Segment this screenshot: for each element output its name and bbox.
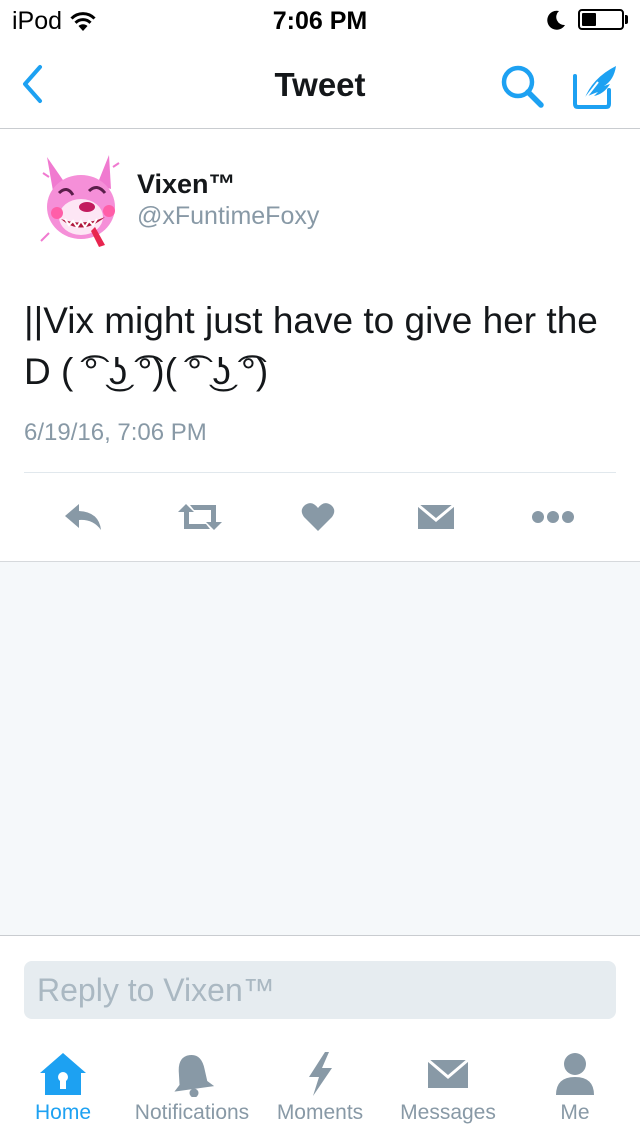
home-icon	[40, 1053, 86, 1095]
battery-level-fill	[582, 13, 596, 26]
divider	[24, 472, 616, 473]
retweet-icon	[178, 504, 222, 530]
more-button[interactable]	[523, 491, 583, 543]
do-not-disturb-moon-icon	[545, 9, 567, 36]
more-icon	[532, 511, 574, 523]
author-name[interactable]: Vixen™	[137, 169, 236, 200]
direct-message-button[interactable]	[406, 491, 466, 543]
avatar[interactable]	[39, 153, 121, 249]
lightning-icon	[309, 1052, 332, 1096]
reply-bar	[0, 935, 640, 1031]
reply-input[interactable]	[24, 961, 616, 1019]
reply-button[interactable]	[53, 491, 113, 543]
tab-notifications[interactable]: Notifications	[130, 1031, 254, 1136]
author-handle[interactable]: @xFuntimeFoxy	[137, 202, 319, 231]
status-time: 7:06 PM	[272, 7, 368, 35]
like-icon	[301, 503, 335, 531]
person-icon	[556, 1053, 594, 1095]
navigation-bar: Tweet	[0, 40, 640, 129]
tab-bar: Home Notifications Moments Messages Me	[0, 1031, 640, 1136]
battery-nub	[625, 15, 628, 24]
tweet-actions	[0, 491, 640, 543]
tab-moments-label: Moments	[276, 1101, 364, 1124]
envelope-icon	[427, 1058, 469, 1088]
retweet-button[interactable]	[170, 491, 230, 543]
battery-icon	[578, 9, 624, 30]
tab-moments[interactable]: Moments	[274, 1031, 366, 1136]
direct-message-icon	[417, 503, 455, 529]
reply-icon	[65, 504, 101, 530]
search-icon	[501, 65, 544, 108]
tab-home-label: Home	[34, 1101, 92, 1124]
tab-me[interactable]: Me	[545, 1031, 605, 1136]
tweet-detail-screen: iPod 7:06 PM Tweet Vixen™ @xFuntimeFoxy …	[0, 0, 640, 1136]
search-button[interactable]	[496, 60, 548, 112]
tab-messages-label: Messages	[400, 1101, 496, 1124]
compose-tweet-button[interactable]	[568, 58, 624, 114]
tweet-timestamp: 6/19/16, 7:06 PM	[24, 419, 207, 446]
compose-feather-icon	[573, 66, 616, 109]
tab-me-label: Me	[560, 1101, 590, 1124]
tab-notifications-label: Notifications	[134, 1101, 250, 1124]
bell-icon	[174, 1055, 214, 1097]
tweet-text: ||Vix might just have to give her the D …	[24, 300, 598, 392]
empty-replies-area	[0, 562, 640, 935]
tweet-detail: Vixen™ @xFuntimeFoxy ||Vix might just ha…	[0, 129, 640, 562]
tab-home[interactable]: Home	[31, 1031, 95, 1136]
like-button[interactable]	[288, 491, 348, 543]
tab-messages[interactable]: Messages	[397, 1031, 499, 1136]
status-bar: iPod 7:06 PM	[0, 0, 640, 40]
